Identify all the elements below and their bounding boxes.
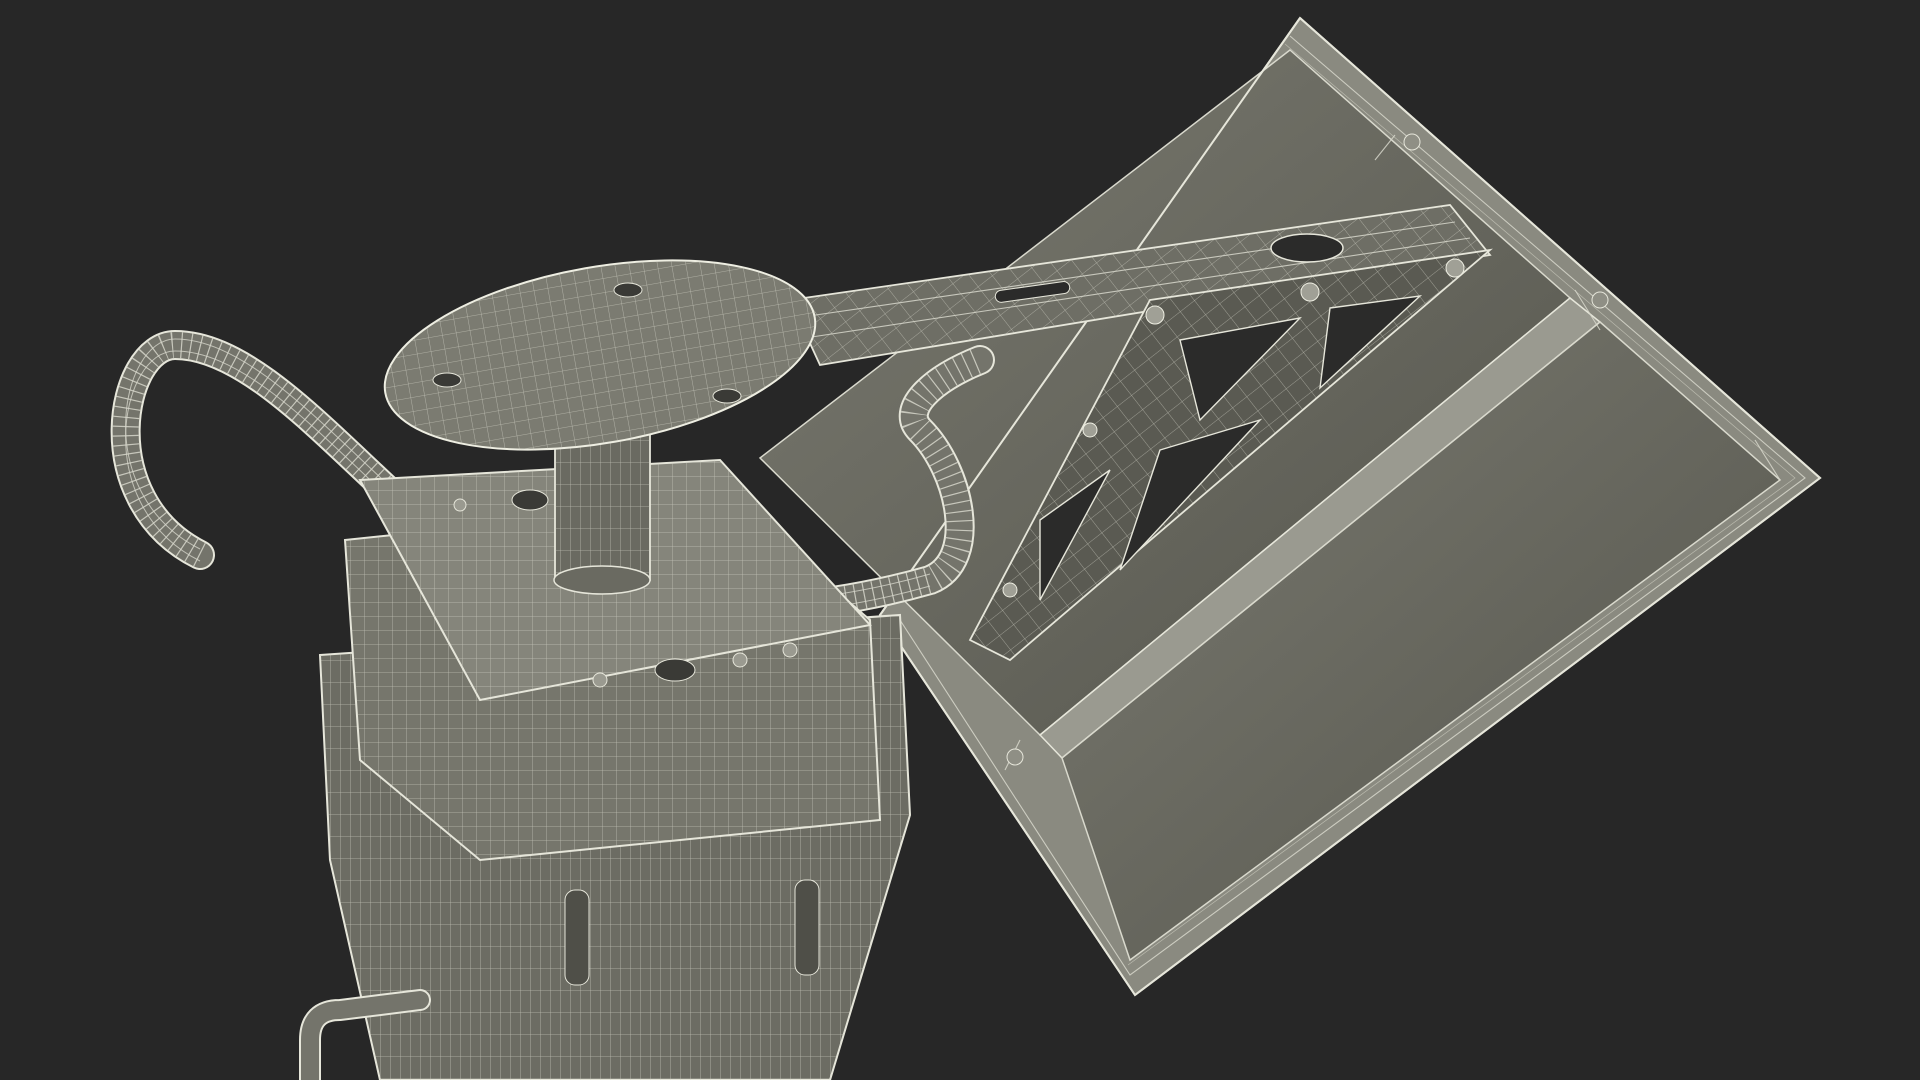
solar-panel-frame — [758, 16, 1822, 997]
wireframe-render — [110, 16, 1822, 1080]
seat-post — [553, 429, 651, 595]
3d-wireframe-viewport — [0, 0, 1920, 1080]
seat-disc — [383, 259, 817, 451]
